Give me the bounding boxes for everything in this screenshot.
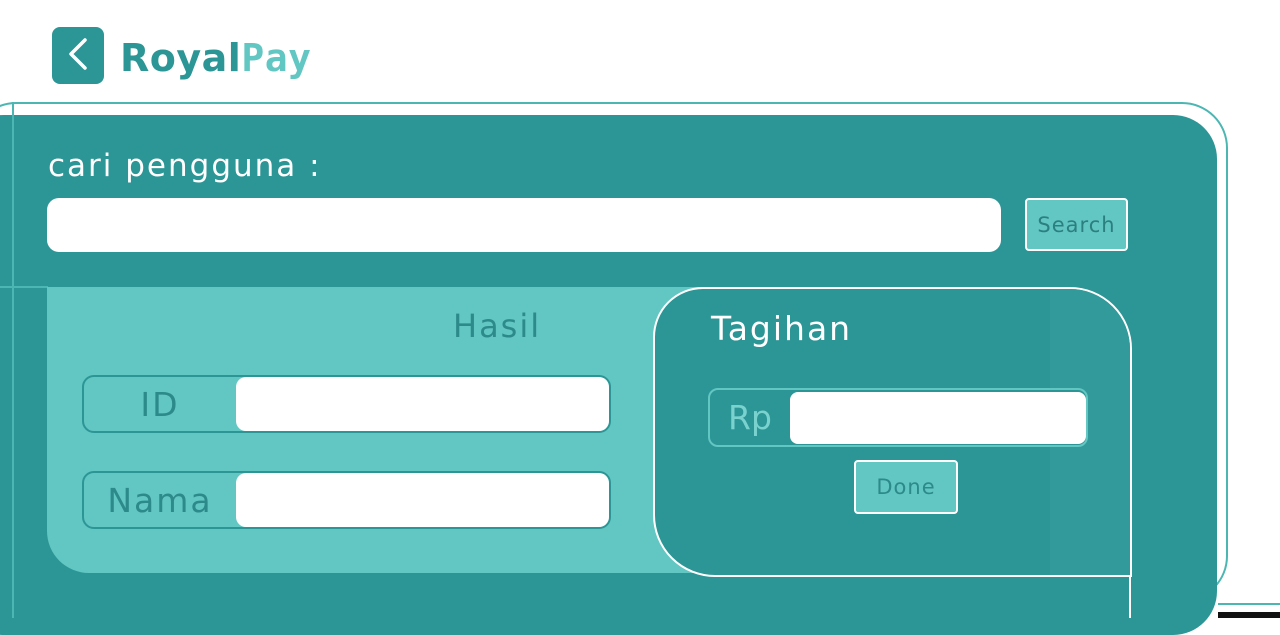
logo-royal-text: Royal (120, 36, 242, 80)
id-label: ID (140, 384, 180, 424)
name-value (236, 473, 609, 527)
search-input[interactable] (47, 198, 1001, 252)
name-label: Nama (107, 480, 213, 520)
chevron-left-icon (65, 37, 91, 75)
guide-line (0, 286, 48, 288)
name-field: Nama (82, 471, 611, 529)
search-label: cari pengguna : (48, 148, 322, 184)
bill-title: Tagihan (711, 309, 853, 348)
bill-edge (1129, 575, 1131, 618)
guide-line (12, 102, 14, 618)
id-value (236, 377, 609, 431)
guide-line (1218, 603, 1280, 605)
amount-field: Rp (708, 388, 1088, 447)
search-button[interactable]: Search (1025, 198, 1128, 251)
done-button[interactable]: Done (854, 460, 958, 514)
edge-bar (1218, 612, 1280, 618)
royalpay-logo: RoyalPay (120, 34, 311, 82)
logo-pay-text: Pay (241, 36, 312, 80)
currency-label: Rp (728, 398, 772, 437)
back-button[interactable] (52, 27, 104, 84)
result-title: Hasil (453, 307, 542, 345)
amount-input[interactable] (790, 392, 1086, 444)
id-field: ID (82, 375, 611, 433)
